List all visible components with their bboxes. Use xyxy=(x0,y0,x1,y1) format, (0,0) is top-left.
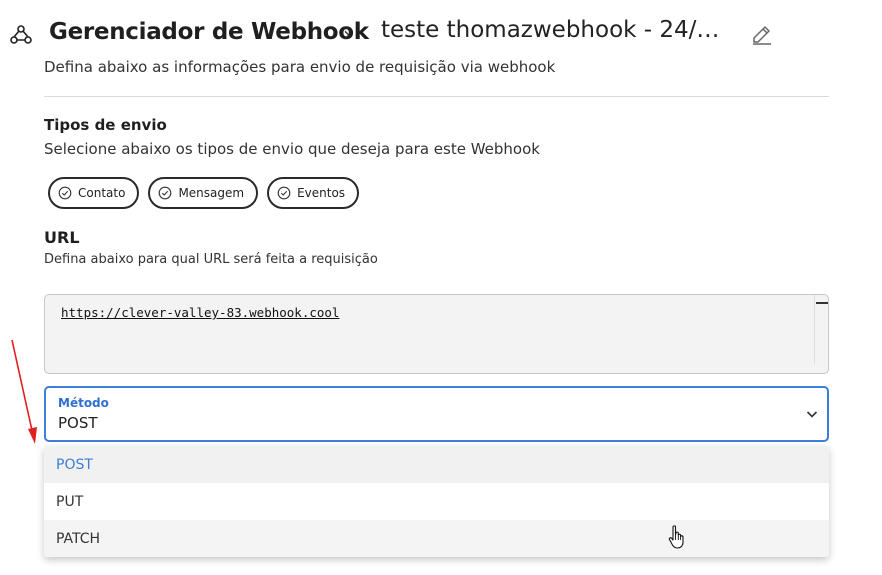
chip-label: Mensagem xyxy=(178,186,245,200)
page-header: Gerenciador de Webhook › teste thomazweb… xyxy=(0,0,882,64)
method-label: Método xyxy=(58,396,109,410)
method-select[interactable]: Método POST xyxy=(44,386,829,442)
method-value: POST xyxy=(58,414,98,432)
page-subtitle: Defina abaixo as informações para envio … xyxy=(44,58,556,76)
url-title: URL xyxy=(44,228,80,247)
option-put[interactable]: PUT xyxy=(44,483,829,520)
check-circle-icon xyxy=(159,186,172,200)
url-textarea[interactable]: https://clever-valley-83.webhook.cool xyxy=(44,294,829,374)
chip-label: Eventos xyxy=(297,186,346,200)
chip-mensagem[interactable]: Mensagem xyxy=(148,177,259,209)
option-patch[interactable]: PATCH xyxy=(44,520,829,557)
url-value: https://clever-valley-83.webhook.cool xyxy=(61,305,340,320)
annotation-arrow xyxy=(11,339,37,444)
textarea-scrollbar[interactable] xyxy=(814,295,828,364)
hand-cursor-icon xyxy=(668,525,684,549)
page-title: Gerenciador de Webhook xyxy=(49,19,369,45)
divider xyxy=(44,96,829,97)
method-dropdown: POST PUT PATCH xyxy=(44,446,829,557)
check-circle-icon xyxy=(58,186,72,200)
option-post[interactable]: POST xyxy=(44,446,829,483)
send-types-description: Selecione abaixo os tipos de envio que d… xyxy=(44,140,540,158)
pencil-icon[interactable] xyxy=(750,22,774,46)
url-description: Defina abaixo para qual URL será feita a… xyxy=(44,252,378,267)
send-type-chips: Contato Mensagem Eventos xyxy=(48,177,360,209)
chevron-down-icon xyxy=(806,411,818,418)
send-types-title: Tipos de envio xyxy=(44,116,167,134)
check-circle-icon xyxy=(277,186,291,200)
webhook-icon xyxy=(10,25,32,44)
chip-contato[interactable]: Contato xyxy=(48,177,140,209)
chip-label: Contato xyxy=(78,186,126,200)
record-title: teste thomazwebhook - 24/04/... xyxy=(381,17,733,43)
chip-eventos[interactable]: Eventos xyxy=(267,177,360,209)
breadcrumb-separator: › xyxy=(343,22,351,46)
